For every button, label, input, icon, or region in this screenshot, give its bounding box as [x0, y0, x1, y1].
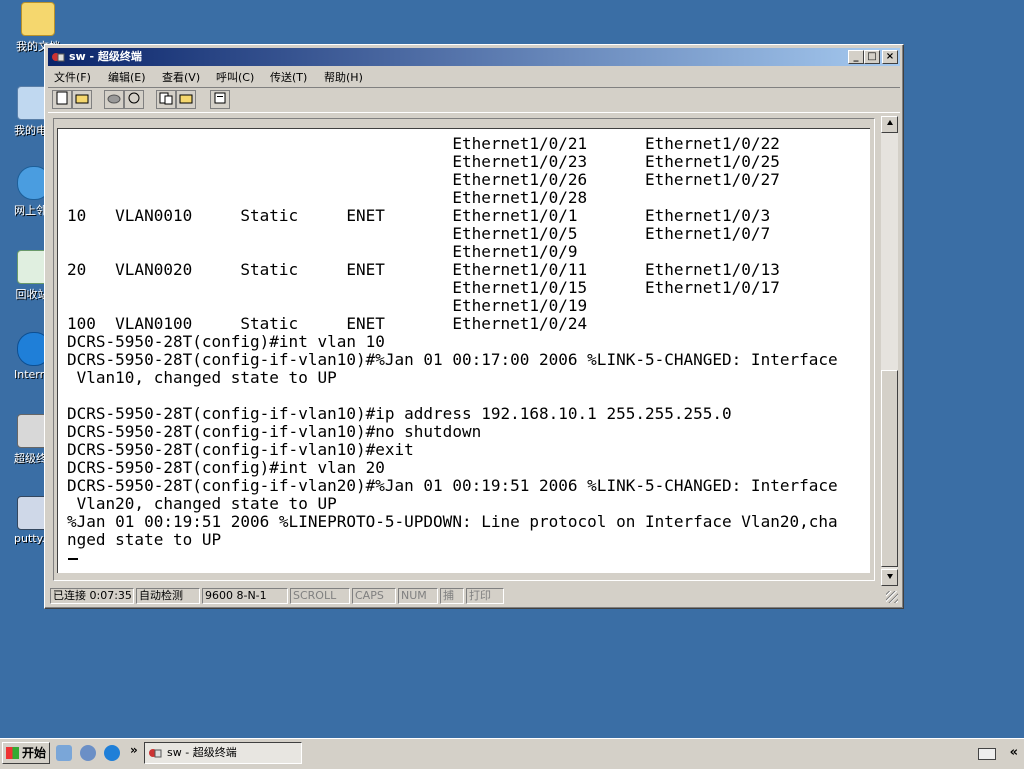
status-caps: CAPS — [352, 588, 396, 604]
quicklaunch-desktop-icon[interactable] — [56, 745, 72, 761]
keyboard-icon[interactable] — [978, 748, 996, 760]
window-title: sw - 超级终端 — [69, 50, 142, 63]
scroll-thumb[interactable] — [881, 370, 898, 567]
terminal-screen[interactable]: Ethernet1/0/21 Ethernet1/0/22 Ethernet1/… — [57, 128, 870, 573]
status-settings: 9600 8-N-1 — [202, 588, 288, 604]
start-label: 开始 — [22, 746, 47, 760]
terminal-output: Ethernet1/0/21 Ethernet1/0/22 Ethernet1/… — [67, 134, 838, 549]
menu-help[interactable]: 帮助(H) — [324, 69, 363, 85]
menu-edit[interactable]: 编辑(E) — [108, 69, 146, 85]
scroll-down-button[interactable] — [881, 569, 898, 586]
start-button[interactable]: 开始 — [2, 742, 50, 764]
windows-flag-icon — [6, 747, 19, 759]
maximize-button[interactable]: □ — [864, 50, 880, 64]
status-connected: 已连接 0:07:35 — [50, 588, 134, 604]
quicklaunch-chevron[interactable]: » — [130, 743, 138, 757]
toolbar — [48, 87, 900, 113]
minimize-button[interactable]: _ — [848, 50, 864, 64]
taskbar: 开始 » sw - 超级终端 « — [0, 738, 1024, 769]
menu-call[interactable]: 呼叫(C) — [216, 69, 254, 85]
status-print: 打印 — [466, 588, 504, 604]
close-button[interactable]: × — [882, 50, 898, 64]
scroll-up-button[interactable] — [881, 116, 898, 133]
menu-bar: 文件(F) 编辑(E) 查看(V) 呼叫(C) 传送(T) 帮助(H) — [48, 67, 900, 86]
hyperterminal-task-icon — [148, 746, 162, 760]
hyperterminal-window: sw - 超级终端 _ □ × 文件(F) 编辑(E) 查看(V) 呼叫(C) … — [44, 44, 904, 609]
status-num: NUM — [398, 588, 438, 604]
phone-icon[interactable] — [124, 90, 144, 109]
properties-icon[interactable] — [210, 90, 230, 109]
send-icon[interactable] — [156, 90, 176, 109]
folder-icon — [21, 2, 55, 36]
status-detect: 自动检测 — [136, 588, 200, 604]
task-button-label: sw - 超级终端 — [167, 746, 237, 759]
task-button-hyperterminal[interactable]: sw - 超级终端 — [144, 742, 302, 764]
hyperterminal-app-icon[interactable] — [51, 50, 65, 64]
disconnect-icon[interactable] — [104, 90, 124, 109]
new-icon[interactable] — [52, 90, 72, 109]
menu-transfer[interactable]: 传送(T) — [270, 69, 307, 85]
receive-icon[interactable] — [176, 90, 196, 109]
arrow-down-icon — [886, 574, 893, 579]
vertical-scrollbar[interactable] — [881, 116, 898, 586]
open-icon[interactable] — [72, 90, 92, 109]
status-scroll: SCROLL — [290, 588, 350, 604]
quicklaunch-ie-icon[interactable] — [104, 745, 120, 761]
resize-grip[interactable] — [886, 591, 898, 603]
status-bar: 已连接 0:07:35 自动检测 9600 8-N-1 SCROLL CAPS … — [48, 588, 900, 605]
quicklaunch-media-icon[interactable] — [80, 745, 96, 761]
menu-view[interactable]: 查看(V) — [162, 69, 200, 85]
arrow-up-icon — [886, 120, 893, 125]
tray-chevron[interactable]: « — [1010, 745, 1018, 760]
status-capture: 捕 — [440, 588, 464, 604]
menu-file[interactable]: 文件(F) — [54, 69, 91, 85]
text-cursor — [68, 558, 78, 560]
title-bar[interactable]: sw - 超级终端 _ □ × — [48, 48, 900, 66]
